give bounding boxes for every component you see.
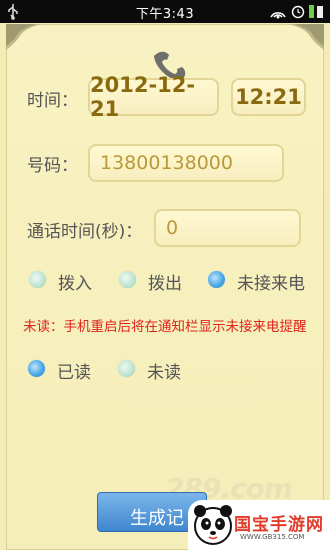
time-picker[interactable]: 12:21 — [231, 78, 306, 116]
incoming-radio[interactable] — [29, 271, 46, 288]
number-label: 号码： — [27, 156, 78, 176]
signal-icon — [270, 12, 286, 19]
alarm-icon — [291, 5, 305, 19]
incoming-label: 拨入 — [58, 274, 92, 294]
outgoing-radio[interactable] — [119, 271, 136, 288]
panda-icon — [194, 505, 232, 545]
read-label: 已读 — [57, 363, 91, 383]
corner-ornament-icon — [6, 24, 42, 50]
time-label: 时间： — [27, 91, 78, 111]
missed-call-radio[interactable] — [208, 271, 225, 288]
site-url: WWW.GB315.COM — [240, 533, 305, 541]
site-title: 国宝手游网 — [234, 515, 324, 535]
unread-label: 未读 — [147, 363, 181, 383]
unread-radio[interactable] — [118, 360, 135, 377]
phone-number-input[interactable]: 13800138000 — [88, 144, 284, 182]
unread-note: 未读：手机重启后将在通知栏显示未接来电提醒 — [23, 319, 307, 335]
corner-ornament-icon — [288, 24, 324, 50]
date-picker[interactable]: 2012-12-21 — [88, 73, 219, 121]
duration-input[interactable]: 0 — [154, 209, 301, 247]
duration-label: 通话时间(秒)： — [27, 222, 143, 242]
status-bar: 下午3:43 — [0, 0, 330, 23]
battery-icon — [309, 5, 323, 18]
outgoing-label: 拨出 — [148, 274, 182, 294]
read-radio[interactable] — [28, 360, 45, 377]
site-logo: 国宝手游网 WWW.GB315.COM — [188, 500, 330, 550]
missed-call-label: 未接来电 — [237, 274, 305, 294]
